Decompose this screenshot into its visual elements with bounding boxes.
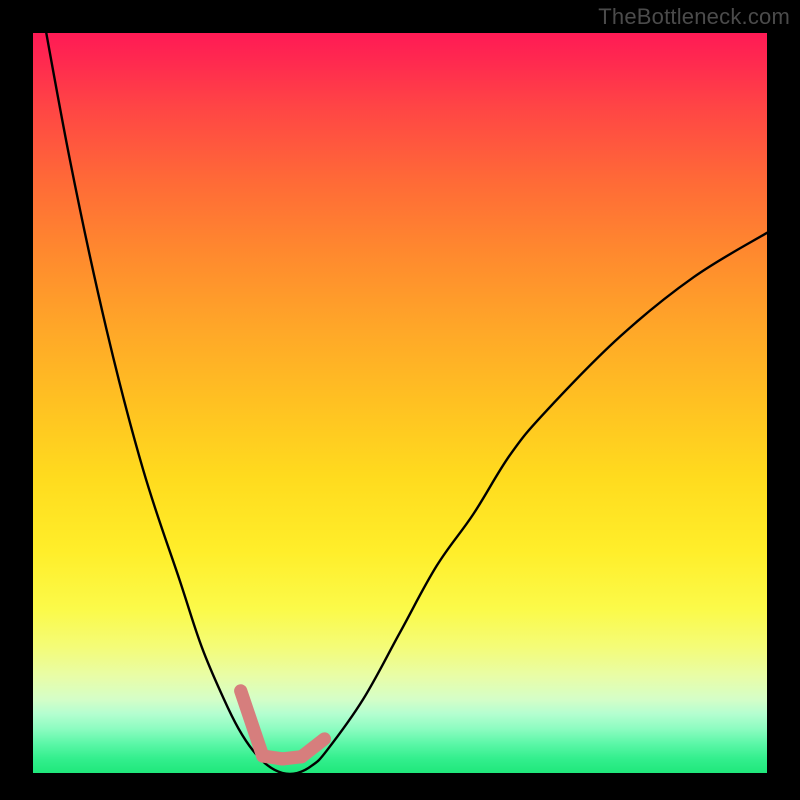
watermark-text: TheBottleneck.com [598, 4, 790, 30]
notch-segment [302, 739, 325, 757]
plot-area [33, 33, 767, 773]
chart-frame: TheBottleneck.com [0, 0, 800, 800]
curve-layer [33, 33, 767, 773]
notch-segment [241, 691, 263, 756]
bottleneck-curve [33, 33, 767, 773]
notch-marker [241, 691, 325, 759]
